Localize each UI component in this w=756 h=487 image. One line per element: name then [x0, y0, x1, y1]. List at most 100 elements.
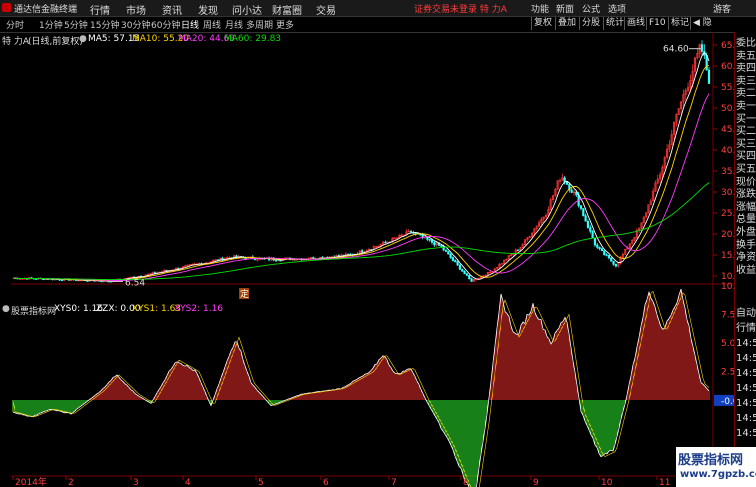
- candle: [451, 257, 455, 261]
- ma60-line: [12, 182, 710, 281]
- quote-field-label: 买二: [736, 126, 756, 138]
- candle: [593, 237, 597, 246]
- menu-item-news[interactable]: 资讯: [162, 2, 182, 17]
- quote-field-label: 现价: [736, 176, 756, 188]
- tick-list-item[interactable]: 14:5: [736, 428, 756, 440]
- tick-list-item[interactable]: 14:5: [736, 338, 756, 350]
- time-tick-label: 11: [659, 478, 670, 487]
- candle: [700, 44, 704, 52]
- period-intraday[interactable]: 分时: [6, 18, 24, 31]
- tool-draw[interactable]: 画线: [624, 17, 647, 30]
- candle: [456, 261, 459, 266]
- period-daily[interactable]: 日线: [181, 18, 199, 31]
- period-monthly[interactable]: 月线: [225, 18, 243, 31]
- quote-field-label: 卖五: [736, 50, 756, 62]
- period-more[interactable]: 更多: [276, 18, 294, 31]
- quote-field-label: 卖一: [736, 101, 756, 112]
- tool-adjust[interactable]: 复权: [531, 17, 554, 30]
- tool-hide[interactable]: ◀ 隐: [690, 17, 714, 30]
- quote-side-panel[interactable]: 委比 卖五 卖四 卖三 卖二 卖一 买一 买二 买三 买四 买五 现价 涨跌 涨幅 总量 外盘 换手 净资 收益 自动…: [734, 32, 756, 487]
- menu-item-trade[interactable]: 交易: [316, 2, 336, 17]
- ma10-line: [12, 65, 710, 282]
- candle: [465, 273, 469, 276]
- period-15min[interactable]: 15分钟: [90, 18, 119, 31]
- candle: [584, 215, 587, 222]
- tool-split[interactable]: 分股: [579, 17, 602, 30]
- candle: [610, 257, 613, 262]
- candle: [274, 259, 278, 262]
- candle: [440, 245, 443, 247]
- tick-list-item[interactable]: 14:5: [736, 383, 756, 395]
- time-tick-label: 2: [68, 478, 74, 487]
- low-marker: 6.54: [125, 278, 145, 288]
- candle: [468, 275, 471, 280]
- quote-field-label: 买三: [736, 138, 756, 150]
- candle: [591, 230, 594, 239]
- tick-list-item[interactable]: 14:5: [736, 368, 756, 380]
- guest-label[interactable]: 游客: [713, 2, 731, 15]
- period-30min[interactable]: 30分钟: [121, 18, 150, 31]
- candle: [447, 251, 450, 255]
- tick-list-item[interactable]: 14:5: [736, 398, 756, 410]
- candle: [598, 247, 601, 249]
- menu-item-ask[interactable]: 问小达: [232, 2, 262, 17]
- period-multi[interactable]: 多周期: [246, 18, 273, 31]
- tick-list-item[interactable]: 行情: [736, 323, 756, 335]
- time-tick-label: 4: [185, 478, 191, 487]
- candle: [586, 220, 590, 228]
- time-tick-label: 9: [533, 478, 539, 487]
- candle: [579, 205, 583, 209]
- menu-item-wealth[interactable]: 财富圈: [272, 2, 302, 17]
- candle: [582, 208, 585, 217]
- tick-list-item[interactable]: 自动: [736, 308, 756, 320]
- candle: [419, 233, 422, 236]
- tick-list-item[interactable]: 14:5: [736, 413, 756, 425]
- menu-options[interactable]: 选项: [608, 2, 626, 15]
- candle: [489, 271, 492, 274]
- candle: [449, 253, 452, 258]
- candle: [607, 254, 611, 259]
- period-weekly[interactable]: 周线: [203, 18, 221, 31]
- period-1min[interactable]: 1分钟: [39, 18, 63, 31]
- menu-bar: 通达信金融终端 行情 市场 资讯 发现 问小达 财富圈 交易 证券交易未登录 特…: [0, 0, 756, 17]
- candle: [565, 181, 569, 185]
- candle: [277, 259, 280, 262]
- candle: [461, 269, 464, 272]
- site-watermark: 股票指标网 www.7gpzb.com: [676, 447, 756, 487]
- candle: [409, 230, 413, 233]
- period-60min[interactable]: 60分钟: [151, 18, 180, 31]
- tool-stats[interactable]: 统计: [603, 17, 626, 30]
- candle: [458, 264, 462, 270]
- candle: [707, 69, 711, 84]
- menu-item-quotes[interactable]: 行情: [90, 2, 110, 17]
- quote-field-label: 卖三: [736, 75, 756, 87]
- stock-chart[interactable]: 64.606.54定 65.0060.0055.0050.0045.0040.0…: [0, 32, 756, 487]
- tick-list-item[interactable]: 14:5: [736, 353, 756, 365]
- event-marker[interactable]: 定: [240, 288, 249, 300]
- login-warning[interactable]: 证券交易未登录 特 力A: [414, 2, 507, 15]
- quote-field-label: 买一: [736, 113, 756, 125]
- candle: [596, 244, 599, 248]
- candle: [612, 260, 615, 265]
- menu-formula[interactable]: 公式: [582, 2, 600, 15]
- quote-field-label: 涨幅: [736, 201, 756, 213]
- tool-mark[interactable]: 标记: [668, 17, 691, 30]
- time-tick-label: 5: [258, 478, 264, 487]
- candle: [603, 250, 606, 256]
- time-tick-label: 7: [391, 478, 397, 487]
- candle: [589, 227, 592, 232]
- quote-field-label: 收益: [736, 264, 756, 276]
- time-tick-label: 2014年: [15, 476, 47, 487]
- quote-field-label: 卖二: [736, 88, 756, 100]
- menu-item-market[interactable]: 市场: [126, 2, 146, 17]
- menu-item-discover[interactable]: 发现: [198, 2, 218, 17]
- candle: [614, 264, 617, 267]
- candle: [279, 259, 282, 262]
- tool-f10[interactable]: F10: [646, 17, 668, 30]
- candle: [393, 237, 396, 240]
- period-5min[interactable]: 5分钟: [64, 18, 88, 31]
- menu-function[interactable]: 功能: [531, 2, 549, 15]
- tool-overlay[interactable]: 叠加: [555, 17, 578, 30]
- menu-new-page[interactable]: 新面: [556, 2, 574, 15]
- watermark-title: 股票指标网: [678, 453, 744, 468]
